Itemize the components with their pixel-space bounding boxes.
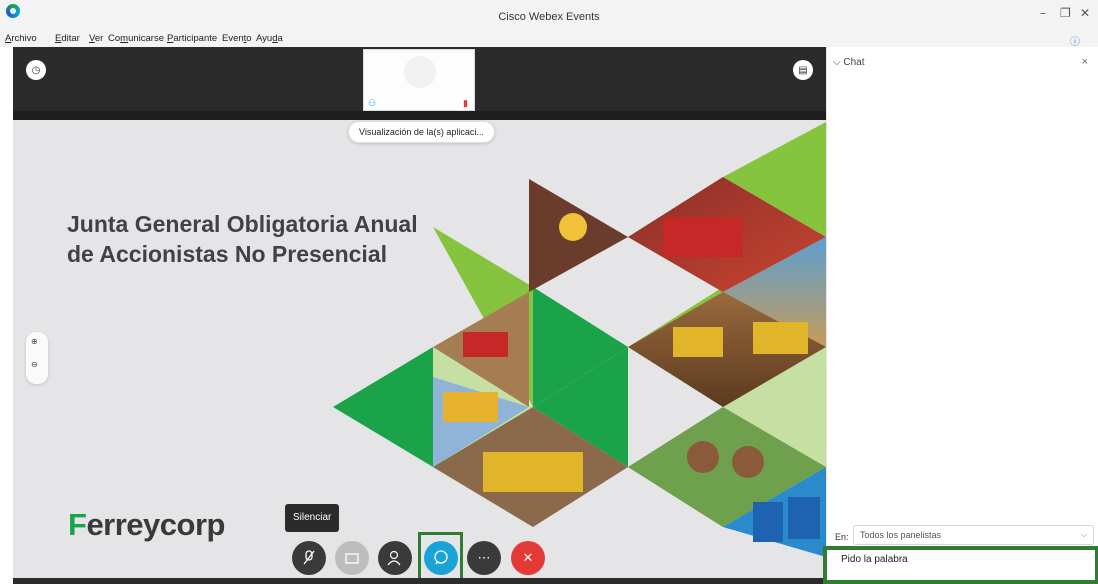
zoom-in-icon[interactable]: ⊕ bbox=[31, 337, 38, 346]
slide-heading: Junta General Obligatoria Anual de Accio… bbox=[67, 209, 418, 269]
restore-button[interactable]: ❐ bbox=[1060, 6, 1071, 20]
paint-bucket bbox=[753, 502, 783, 542]
robot-head bbox=[559, 213, 587, 241]
logo-mark: F bbox=[68, 507, 87, 542]
mic-off-icon bbox=[303, 550, 315, 565]
menu-archivo[interactable]: Archivo bbox=[5, 33, 37, 44]
crane-shape bbox=[443, 392, 498, 422]
menu-comunicarse[interactable]: Comunicarse bbox=[108, 33, 164, 44]
logo-text: erreycorp bbox=[86, 507, 225, 542]
chevron-down-icon: ⌵ bbox=[833, 57, 841, 68]
shared-content-stage: ◷ ▤ ⚇ ▮ Visualización de la(s) aplicaci.… bbox=[13, 47, 826, 584]
menu-editar[interactable]: Editar bbox=[55, 33, 80, 44]
recipient-value: Todos los panelistas bbox=[860, 530, 942, 540]
chat-message-input[interactable]: Pido la palabra bbox=[823, 546, 1098, 584]
close-icon: ✕ bbox=[522, 550, 534, 565]
zoom-out-icon[interactable]: ⊖ bbox=[31, 360, 38, 369]
paint-bucket bbox=[788, 497, 820, 539]
window-title: Cisco Webex Events bbox=[498, 11, 600, 23]
truck-shape bbox=[663, 217, 743, 257]
menu-ver[interactable]: Ver bbox=[89, 33, 103, 44]
clock-icon: ◷ bbox=[31, 64, 41, 76]
video-strip-border bbox=[13, 111, 826, 120]
close-window-button[interactable]: ✕ bbox=[1080, 6, 1090, 20]
menu-ayuda[interactable]: Ayuda bbox=[256, 33, 283, 44]
excavator-shape bbox=[483, 452, 583, 492]
chat-header[interactable]: ⌵ Chat bbox=[833, 57, 865, 68]
student-face bbox=[732, 446, 764, 478]
menu-participante[interactable]: Participante bbox=[167, 33, 217, 44]
chat-title: Chat bbox=[843, 57, 865, 68]
timer-button[interactable]: ◷ bbox=[26, 60, 46, 80]
mining-truck bbox=[673, 327, 723, 357]
participants-icon bbox=[387, 550, 401, 566]
slide-heading-line-2: de Accionistas No Presencial bbox=[67, 241, 388, 267]
menu-evento[interactable]: Evento bbox=[222, 33, 252, 44]
more-button[interactable]: ⋯ bbox=[467, 541, 501, 575]
chat-button-highlight bbox=[418, 532, 463, 584]
layout-icon: ▤ bbox=[798, 64, 808, 76]
info-icon[interactable]: ⓘ bbox=[1070, 33, 1080, 48]
green-triangle bbox=[333, 347, 433, 467]
chat-panel: ⌵ Chat × En: Todos los panelistas ⌵ Pido… bbox=[823, 47, 1098, 584]
mute-tooltip: Silenciar bbox=[285, 504, 340, 532]
stage-bottom-border bbox=[13, 578, 826, 584]
participant-icon: ⚇ bbox=[368, 98, 377, 108]
ferreycorp-logo: Ferreycorp bbox=[68, 507, 225, 543]
video-button[interactable] bbox=[335, 541, 369, 575]
more-icon: ⋯ bbox=[477, 550, 491, 565]
chevron-down-icon: ⌵ bbox=[1080, 530, 1087, 539]
camera-icon bbox=[345, 553, 359, 564]
minimize-button[interactable]: – bbox=[1040, 6, 1046, 20]
close-chat-button[interactable]: × bbox=[1082, 56, 1088, 68]
recipient-select[interactable]: Todos los panelistas ⌵ bbox=[853, 525, 1094, 545]
menu-bar: Archivo Editar Ver Comunicarse Participa… bbox=[0, 30, 1098, 47]
leave-button[interactable]: ✕ bbox=[511, 541, 545, 575]
participants-button[interactable] bbox=[378, 541, 412, 575]
recipient-label: En: bbox=[835, 532, 849, 542]
layout-button[interactable]: ▤ bbox=[793, 60, 813, 80]
self-video-preview[interactable]: ⚇ ▮ bbox=[363, 49, 475, 111]
sharing-status-pill[interactable]: Visualización de la(s) aplicaci... bbox=[348, 121, 495, 143]
title-bar: Cisco Webex Events – ❐ ✕ bbox=[0, 0, 1098, 30]
mining-truck bbox=[753, 322, 808, 354]
mute-button[interactable] bbox=[292, 541, 326, 575]
zoom-controls: ⊕ ⊖ bbox=[26, 332, 48, 384]
avatar bbox=[404, 56, 436, 88]
student-face bbox=[687, 441, 719, 473]
mic-muted-icon: ▮ bbox=[463, 98, 468, 108]
tractor-shape bbox=[463, 332, 508, 357]
slide-heading-line-1: Junta General Obligatoria Anual bbox=[67, 211, 418, 237]
